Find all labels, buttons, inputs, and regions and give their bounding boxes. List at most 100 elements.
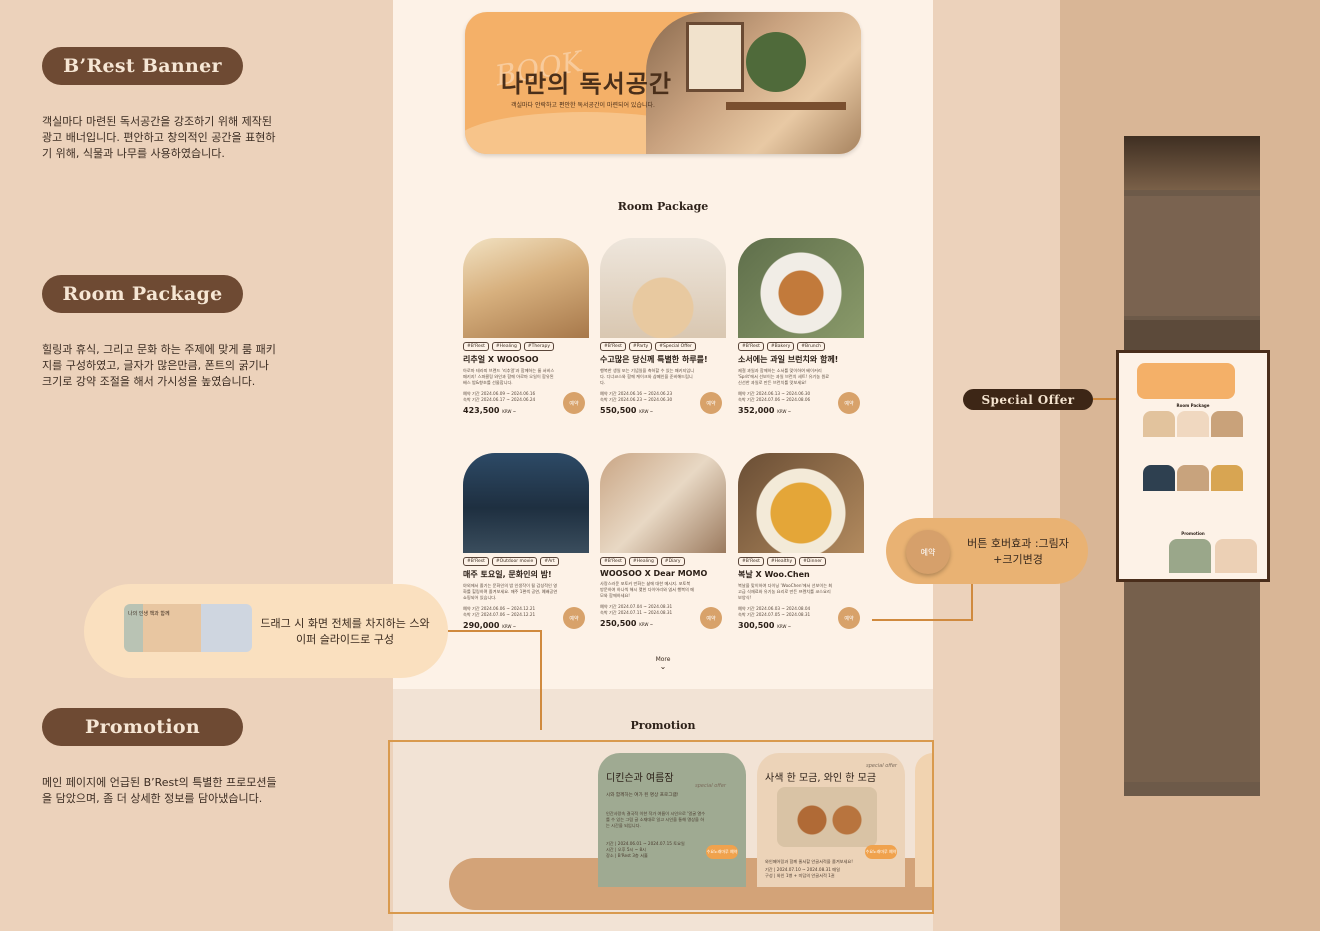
- book-button[interactable]: 예약: [563, 607, 585, 629]
- promotion-title: Promotion: [630, 719, 696, 732]
- tag[interactable]: #Outdoor movie: [491, 557, 538, 566]
- banner-photo: [646, 12, 861, 154]
- promotion-section-description: 메인 페이지에 언급된 B’Rest의 특별한 프로모션들을 담았으며, 좀 더…: [42, 776, 277, 805]
- price-value: 250,500: [600, 619, 637, 628]
- room-card-tags: #B'Rest #Healing #Therapy: [463, 342, 589, 351]
- price-value: 352,000: [738, 406, 775, 415]
- tag[interactable]: #Diary: [660, 557, 685, 566]
- preview-card: [1143, 411, 1175, 437]
- special-offer-connector: [1093, 398, 1116, 400]
- price-value: 550,500: [600, 406, 637, 415]
- room-card-desc: 야외에서 즐기는 문화인의 밤 인생작이 될 감성적인 영화를 힐링하며 즐겨보…: [463, 583, 558, 600]
- preview-dining-band: [1124, 582, 1260, 782]
- room-card-desc: 제철 과일과 함께하는 소서를 맞이하여 베이커리 'Sprit'에서 선보이는…: [738, 368, 830, 385]
- room-package-title: Room Package: [617, 200, 709, 213]
- price-value: 300,500: [738, 621, 775, 630]
- preview-card: [1177, 411, 1209, 437]
- room-card-title: 복날 X Woo.Chen: [738, 570, 810, 579]
- banner-section-label: B’Rest Banner: [42, 47, 243, 85]
- tag[interactable]: #B'Rest: [600, 342, 626, 351]
- tag[interactable]: #B'Rest: [463, 557, 489, 566]
- more-button[interactable]: More ⌄: [393, 656, 933, 671]
- room-card[interactable]: #B'Rest #Party #Special Offer 수고많은 당신께 특별한…: [600, 238, 726, 418]
- tag[interactable]: #Dinner: [799, 557, 826, 566]
- swiper-thumbnail: 나의 인생 책과 함께: [124, 604, 252, 652]
- price-value: 290,000: [463, 621, 500, 630]
- tag[interactable]: #Special Offer: [655, 342, 696, 351]
- banner-window: [686, 22, 744, 92]
- price-currency: KRW ~: [502, 624, 517, 629]
- book-button[interactable]: 예약: [838, 392, 860, 414]
- tag[interactable]: #B'Rest: [738, 557, 764, 566]
- hover-connector: [872, 619, 973, 621]
- brest-banner[interactable]: BOOK 나만의 독서공간 객실마다 안락하고 편안한 독서공간이 마련되어 있…: [465, 12, 861, 154]
- preview-card: [1143, 465, 1175, 491]
- chevron-down-icon: ⌄: [659, 662, 667, 671]
- tag[interactable]: #Bakery: [766, 342, 795, 351]
- swiper-thumbnail-text: 나의 인생 책과 함께: [128, 611, 170, 617]
- preview-room-title: Room Package: [1176, 403, 1210, 408]
- price-currency: KRW ~: [777, 409, 792, 414]
- drag-callout-text: 드래그 시 화면 전체를 차지하는 스와이퍼 슬라이드로 구성: [260, 617, 430, 646]
- room-card-title: 소서에는 과일 브런치와 함께!: [738, 355, 839, 364]
- room-card-desc: 복날을 맞이하여 다이닝 'WooChen'에서 선보이는 최고급 식재료와 유…: [738, 583, 833, 600]
- hover-book-button[interactable]: 예약: [906, 530, 950, 574]
- preview-hero: [1124, 136, 1260, 190]
- special-offer-preview: Room Package Promotion: [1116, 350, 1270, 582]
- tag[interactable]: #Therapy: [523, 342, 555, 351]
- price-value: 423,500: [463, 406, 500, 415]
- tag[interactable]: #B'Rest: [463, 342, 489, 351]
- book-button[interactable]: 예약: [700, 607, 722, 629]
- preview-rooms-band: [1124, 196, 1260, 316]
- preview-banner: [1137, 363, 1235, 399]
- banner-section-description: 객실마다 마련된 독서공간을 강조하기 위해 제작된 광고 배너입니다. 편안하…: [42, 115, 276, 160]
- room-card-image: [463, 453, 589, 553]
- price-currency: KRW ~: [777, 624, 792, 629]
- room-card-title: WOOSOO X Dear MOMO: [600, 569, 708, 578]
- price-currency: KRW ~: [639, 409, 654, 414]
- drag-connector: [448, 630, 542, 632]
- room-card-tags: #B'Rest #Outdoor movie #Art: [463, 557, 589, 566]
- room-card[interactable]: #B'Rest #Outdoor movie #Art 매주 토요일, 문화인의 밤…: [463, 453, 589, 633]
- room-card-image: [463, 238, 589, 338]
- tag[interactable]: #Healing: [491, 342, 521, 351]
- book-button[interactable]: 예약: [700, 392, 722, 414]
- room-card-tags: #B'Rest #Party #Special Offer: [600, 342, 726, 351]
- price-currency: KRW ~: [639, 622, 654, 627]
- tag[interactable]: #Healing: [628, 557, 658, 566]
- preview-card: [1177, 465, 1209, 491]
- drag-callout: 나의 인생 책과 함께 드래그 시 화면 전체를 차지하는 스와이퍼 슬라이드로…: [84, 584, 448, 678]
- room-card-image: [600, 238, 726, 338]
- book-button[interactable]: 예약: [563, 392, 585, 414]
- room-card[interactable]: #B'Rest #Bakery #Brunch 소서에는 과일 브런치와 함께! 제…: [738, 238, 864, 418]
- banner-title: 나만의 독서공간: [501, 70, 672, 98]
- room-card-image: [600, 453, 726, 553]
- tag[interactable]: #Healthy: [766, 557, 797, 566]
- hover-connector: [971, 584, 973, 620]
- room-card[interactable]: #B'Rest #Healthy #Dinner 복날 X Woo.Chen 복날을…: [738, 453, 864, 633]
- room-card-desc: 아로마 테라피 브랜드 '리추얼'과 함께하는 룸 서비스 패키지! 스파클링 …: [463, 368, 555, 385]
- room-card-title: 매주 토요일, 문화인의 밤!: [463, 570, 552, 579]
- room-card-image: [738, 453, 864, 553]
- room-card-tags: #B'Rest #Bakery #Brunch: [738, 342, 864, 351]
- room-card[interactable]: #B'Rest #Healing #Therapy 리추얼 X WOOSOO 아로마…: [463, 238, 589, 418]
- hover-callout: 예약 버튼 호버효과 :그림자+크기변경: [886, 518, 1088, 584]
- preview-promo-card: [1215, 539, 1257, 573]
- tag[interactable]: #Brunch: [797, 342, 825, 351]
- tag[interactable]: #B'Rest: [600, 557, 626, 566]
- tag[interactable]: #B'Rest: [738, 342, 764, 351]
- tag[interactable]: #Party: [628, 342, 653, 351]
- room-card[interactable]: #B'Rest #Healing #Diary WOOSOO X Dear MOMO…: [600, 453, 726, 633]
- room-package-section-description: 힐링과 휴식, 그리고 문화 하는 주제에 맞게 룸 패키지를 구성하였고, 글…: [42, 343, 276, 388]
- tag[interactable]: #Art: [540, 557, 559, 566]
- room-card-tags: #B'Rest #Healthy #Dinner: [738, 557, 864, 566]
- hover-callout-text: 버튼 호버효과 :그림자+크기변경: [967, 537, 1069, 566]
- preview-promo-card: [1169, 539, 1211, 573]
- price-currency: KRW ~: [502, 409, 517, 414]
- promotion-highlight-frame: [388, 740, 934, 914]
- room-card-tags: #B'Rest #Healing #Diary: [600, 557, 726, 566]
- book-button[interactable]: 예약: [838, 607, 860, 629]
- promotion-section-label: Promotion: [42, 708, 243, 746]
- room-package-section-label: Room Package: [42, 275, 243, 313]
- preview-gallery-band: [1124, 320, 1260, 350]
